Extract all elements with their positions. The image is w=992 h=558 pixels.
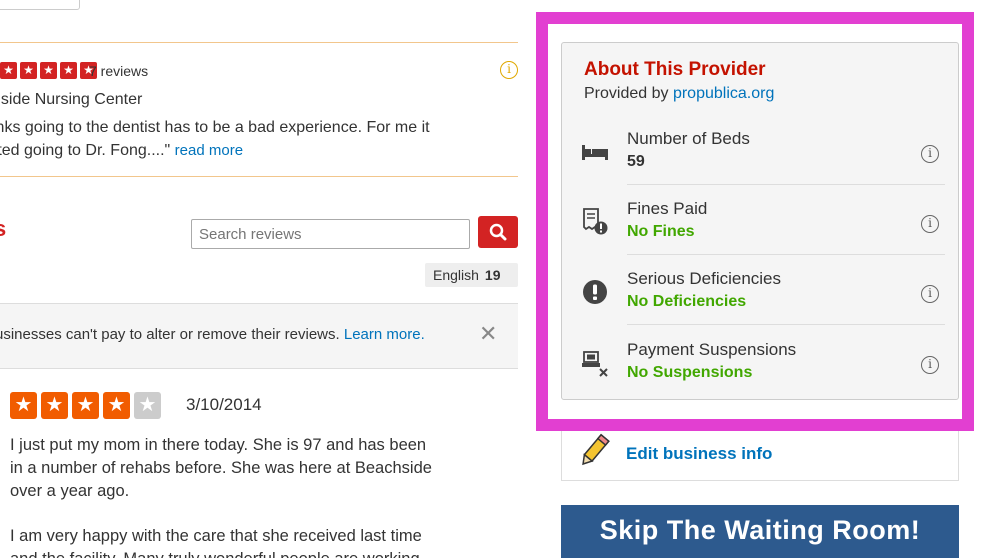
star-icon: ★ [103, 392, 130, 419]
section-heading: s [0, 216, 7, 241]
divider [0, 42, 518, 43]
review-line: I just put my mom in there today. She is… [10, 436, 427, 454]
review-line: in a number of rehabs before. She was he… [10, 459, 432, 477]
star-icon: ★ [41, 392, 68, 419]
star-icon: ★ [0, 62, 17, 79]
reviews-count[interactable]: 7 reviews [89, 63, 148, 79]
star-icon: ★ [10, 392, 37, 419]
read-more-link[interactable]: read more [175, 142, 243, 159]
skip-waiting-room-banner[interactable]: Skip The Waiting Room! [561, 505, 959, 558]
highlight-frame [536, 12, 974, 431]
review-paragraph: I am very happy with the care that she r… [10, 525, 500, 558]
learn-more-link[interactable]: Learn more. [344, 326, 425, 343]
review-star-rating: ★ ★ ★ ★ ★ [10, 392, 161, 419]
trust-notice: usinesses can't pay to alter or remove t… [0, 303, 518, 369]
quote-line: rted going to Dr. Fong...." [0, 142, 171, 159]
review-line: and the facility. Many truly wonderful p… [10, 548, 500, 558]
star-icon: ★ [60, 62, 77, 79]
review-paragraph: I just put my mom in there today. She is… [10, 434, 500, 503]
language-filter[interactable]: English 19 [425, 263, 518, 287]
notice-text: usinesses can't pay to alter or remove t… [0, 326, 425, 343]
star-empty-icon: ★ [134, 392, 161, 419]
review-date: 3/10/2014 [186, 395, 262, 414]
info-icon[interactable]: i [500, 61, 518, 79]
edit-business-info-link[interactable]: Edit business info [626, 444, 772, 464]
notice-message: usinesses can't pay to alter or remove t… [0, 326, 340, 343]
review-snippet: inks going to the dentist has to be a ba… [0, 116, 522, 162]
quote-line: inks going to the dentist has to be a ba… [0, 119, 430, 136]
divider [0, 176, 518, 177]
star-icon: ★ [40, 62, 57, 79]
summary-star-rating: ★ ★ ★ ★ ★ [0, 62, 97, 79]
review-line: over a year ago. [10, 482, 130, 500]
star-icon: ★ [20, 62, 37, 79]
top-input-stub[interactable] [0, 0, 80, 10]
search-reviews-input[interactable] [191, 219, 470, 249]
star-icon: ★ [72, 392, 99, 419]
language-label: English [433, 267, 479, 283]
close-icon[interactable]: ✕ [479, 321, 497, 347]
language-count: 19 [484, 267, 501, 283]
business-name[interactable]: nside Nursing Center [0, 91, 142, 109]
review-line: I am very happy with the care that she r… [10, 527, 422, 545]
search-button[interactable] [478, 216, 518, 248]
search-icon [489, 223, 507, 241]
pencil-icon [576, 432, 612, 475]
